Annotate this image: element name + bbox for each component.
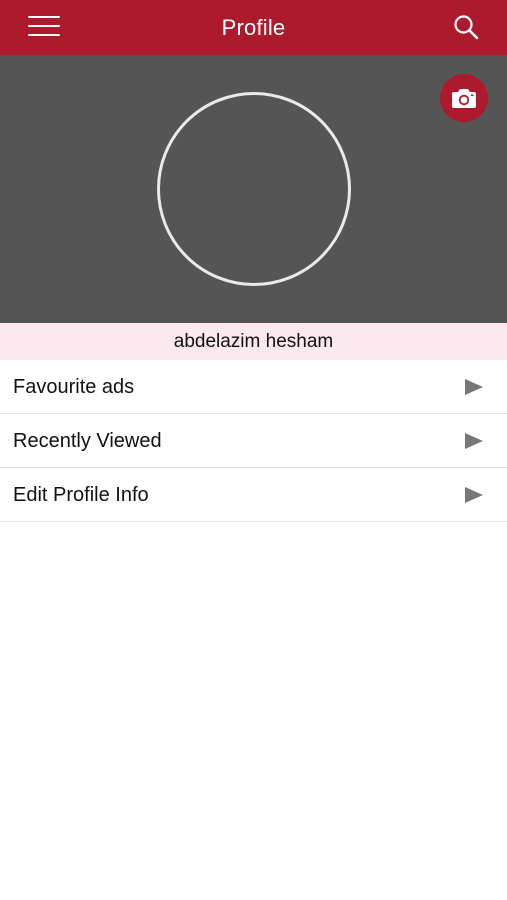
menu-item-label: Favourite ads (13, 376, 135, 398)
menu-item-recently-viewed[interactable]: Recently Viewed (0, 414, 507, 468)
profile-menu-list: Favourite ads Recently Viewed Edit Profi… (0, 360, 507, 522)
play-arrow-icon (465, 379, 483, 395)
top-app-bar: Profile (0, 0, 507, 55)
menu-item-edit-profile-info[interactable]: Edit Profile Info (0, 468, 507, 522)
profile-cover (0, 55, 507, 323)
search-icon[interactable] (453, 14, 479, 40)
change-photo-button[interactable] (440, 74, 488, 122)
camera-icon (452, 89, 476, 108)
menu-item-label: Edit Profile Info (13, 484, 149, 506)
profile-screen: Profile abdelazim hesham Favourite ads R… (0, 0, 507, 900)
profile-name: abdelazim hesham (0, 323, 507, 360)
avatar[interactable] (157, 92, 351, 286)
play-arrow-icon (465, 487, 483, 503)
menu-item-label: Recently Viewed (13, 430, 162, 452)
menu-item-favourite-ads[interactable]: Favourite ads (0, 360, 507, 414)
page-title: Profile (221, 15, 286, 40)
play-arrow-icon (465, 433, 483, 449)
